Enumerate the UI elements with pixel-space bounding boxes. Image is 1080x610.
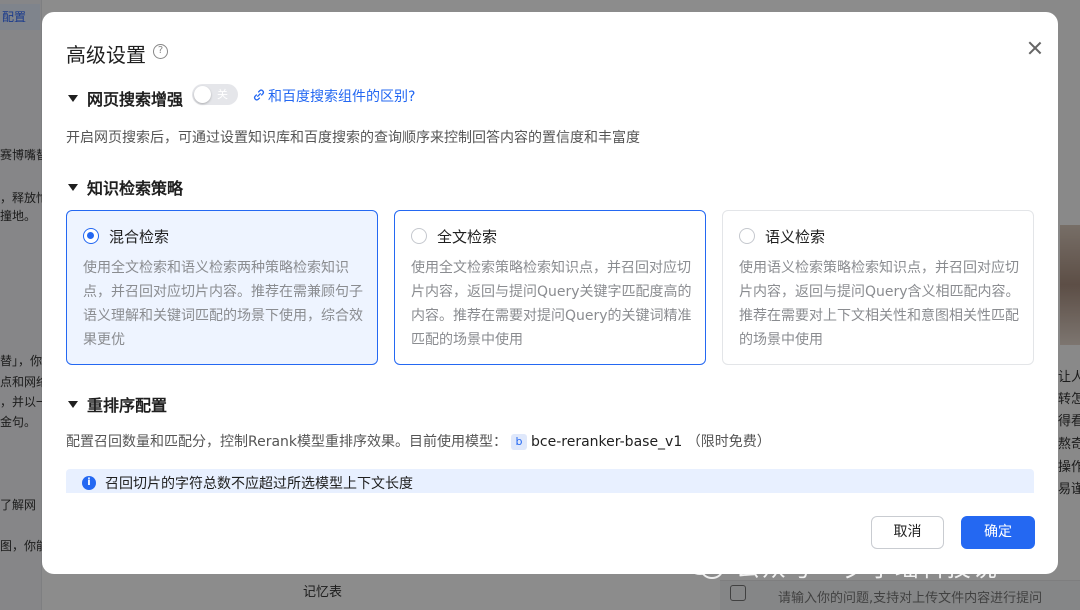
wechat-logo-icon: [688, 553, 726, 579]
close-icon[interactable]: [1025, 38, 1045, 58]
option-title: 全文检索: [437, 228, 498, 246]
radio-button[interactable]: [411, 228, 427, 244]
baidu-search-diff-link[interactable]: 和百度搜索组件的区别?: [268, 86, 415, 106]
toggle-knob: [194, 86, 211, 103]
info-text: 召回切片的字符总数不应超过所选模型上下文长度: [105, 476, 413, 492]
option-description: 使用语义检索策略检索知识点，并召回对应切片内容，返回与提问Query含义相匹配内…: [739, 260, 1020, 348]
rerank-section-header[interactable]: 重排序配置: [68, 392, 167, 416]
radio-button[interactable]: [739, 228, 755, 244]
toggle-label: 关: [217, 88, 228, 101]
rerank-description: 配置召回数量和匹配分，控制Rerank模型重排序效果。目前使用模型： b bce-r…: [66, 431, 771, 451]
retrieval-option-hybrid[interactable]: 混合检索 使用全文检索和语义检索两种策略检索知识点，并召回对应切片内容。推荐在需…: [66, 210, 378, 365]
retrieval-section-header[interactable]: 知识检索策略: [68, 175, 183, 199]
web-search-title: 网页搜索增强: [87, 90, 184, 109]
option-title: 混合检索: [109, 228, 170, 246]
rerank-model-name: bce-reranker-base_v1: [531, 434, 683, 450]
caret-down-icon: [68, 94, 78, 102]
rerank-info-alert: i 召回切片的字符总数不应超过所选模型上下文长度: [66, 469, 1034, 493]
dialog-title: 高级设置: [66, 43, 146, 67]
option-description: 使用全文检索策略检索知识点，并召回对应切片内容，返回与提问Query关键字匹配度…: [411, 260, 692, 348]
web-search-toggle[interactable]: 关: [192, 84, 238, 105]
watermark-text: 公众号 · 夕小瑶科技说: [736, 554, 999, 582]
wechat-watermark: 公众号 · 夕小瑶科技说: [688, 548, 999, 583]
web-search-description: 开启网页搜索后，可通过设置知识库和百度搜索的查询顺序来控制回答内容的置信度和丰富…: [66, 130, 640, 146]
radio-button[interactable]: [83, 228, 99, 244]
retrieval-option-semantic[interactable]: 语义检索 使用语义检索策略检索知识点，并召回对应切片内容，返回与提问Query含…: [722, 210, 1034, 365]
confirm-button[interactable]: 确定: [961, 516, 1035, 549]
advanced-settings-dialog: 高级设置 ? 网页搜索增强 关 和百度搜索组件的区别? 开启网页搜索后，可通过设…: [42, 12, 1058, 574]
web-search-section-header[interactable]: 网页搜索增强: [68, 86, 183, 110]
cancel-button[interactable]: 取消: [871, 516, 944, 549]
caret-down-icon: [68, 183, 78, 191]
rerank-model-note: （限时免费）: [686, 434, 771, 450]
help-icon[interactable]: ?: [153, 44, 168, 59]
retrieval-option-fulltext[interactable]: 全文检索 使用全文检索策略检索知识点，并召回对应切片内容，返回与提问Query关…: [394, 210, 706, 365]
retrieval-title: 知识检索策略: [87, 179, 184, 198]
info-icon: i: [82, 476, 96, 490]
rerank-description-text: 配置召回数量和匹配分，控制Rerank模型重排序效果。目前使用模型：: [66, 434, 508, 450]
caret-down-icon: [68, 400, 78, 408]
option-description: 使用全文检索和语义检索两种策略检索知识点，并召回对应切片内容。推荐在需兼顾句子语…: [83, 260, 363, 348]
model-logo-icon: b: [511, 434, 528, 450]
rerank-title: 重排序配置: [87, 396, 168, 415]
option-title: 语义检索: [765, 228, 826, 246]
link-icon[interactable]: [252, 88, 266, 102]
